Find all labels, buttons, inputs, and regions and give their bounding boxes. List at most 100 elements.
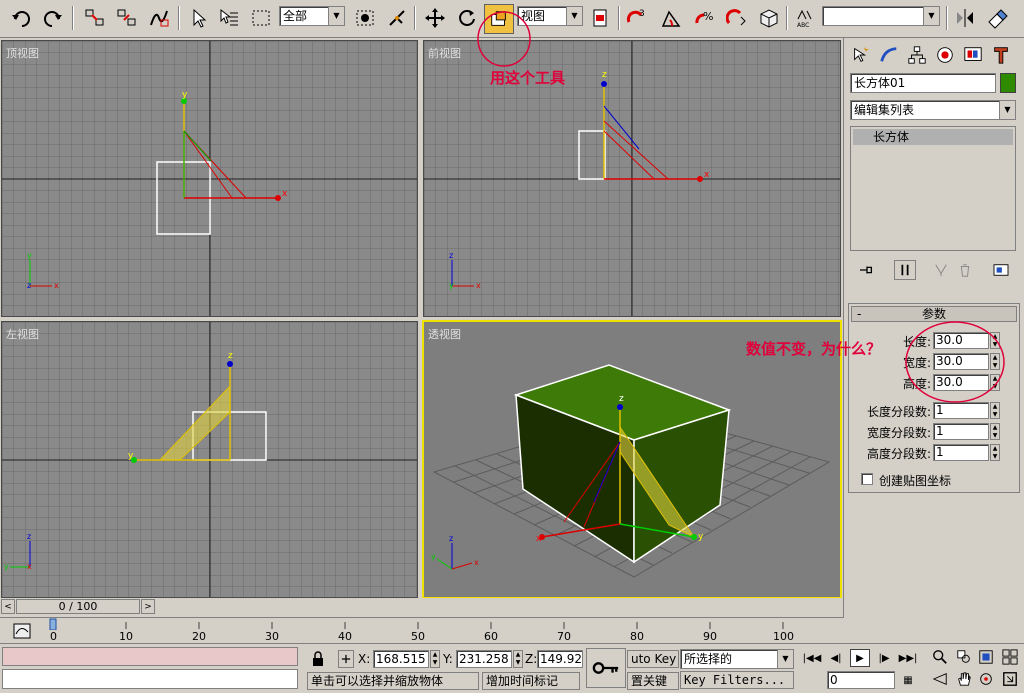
maxscript-listener-field[interactable] xyxy=(2,647,298,666)
curve-editor-icon[interactable] xyxy=(12,622,32,640)
zoom-extents-all-icon[interactable] xyxy=(1000,648,1020,666)
previous-frame-icon[interactable]: ◀| xyxy=(826,649,846,667)
x-coord-input[interactable]: 168.515 xyxy=(373,650,429,668)
key-mode-combo[interactable]: 所选择的 ▼ xyxy=(680,649,794,669)
edit-named-selection-icon[interactable] xyxy=(756,5,782,31)
play-icon[interactable]: ▶ xyxy=(850,649,870,667)
bind-spacewarp-icon[interactable] xyxy=(146,5,172,31)
angle-snap-icon[interactable] xyxy=(658,5,684,31)
set-key-big-button[interactable] xyxy=(586,648,626,688)
auto-key-button[interactable]: uto Key xyxy=(627,650,679,668)
viewport-left[interactable]: z y z y x 左视图 xyxy=(1,321,418,598)
stack-item[interactable]: 长方体 xyxy=(853,129,1013,145)
current-frame-input[interactable]: 0 xyxy=(827,671,895,689)
param-input[interactable]: 1 xyxy=(933,444,989,461)
rotate-icon[interactable] xyxy=(454,5,480,31)
align-eraser-icon[interactable] xyxy=(984,5,1010,31)
spinner-icon[interactable]: ▲ ▼ xyxy=(990,402,1000,419)
rect-region-icon[interactable] xyxy=(248,5,274,31)
lock-icon[interactable] xyxy=(310,650,326,668)
maxscript-input-field[interactable] xyxy=(2,669,298,689)
object-color-swatch[interactable] xyxy=(1000,73,1016,93)
remove-modifier-icon[interactable] xyxy=(954,260,976,280)
trackbar[interactable]: 0 10 20 30 40 50 60 70 80 90 100 xyxy=(0,617,843,643)
link-icon[interactable] xyxy=(82,5,108,31)
scale-tool-button[interactable] xyxy=(484,4,514,34)
go-to-end-icon[interactable]: ▶▶| xyxy=(898,649,918,667)
spelling-abc-icon[interactable]: ABC xyxy=(792,5,818,31)
pin-stack-icon[interactable] xyxy=(856,260,878,280)
pivot-center-icon[interactable] xyxy=(588,5,614,31)
window-crossing-icon[interactable] xyxy=(352,5,378,31)
rollout-header[interactable]: - 参数 xyxy=(851,306,1017,322)
spinner-icon[interactable]: ▲ ▼ xyxy=(990,332,1000,349)
param-input[interactable]: 1 xyxy=(933,423,989,440)
chevron-down-icon: ▼ xyxy=(999,101,1015,119)
reference-coord-combo[interactable]: 视图 ▼ xyxy=(517,6,583,26)
set-key-button[interactable]: 置关键 xyxy=(627,672,679,690)
spinner-icon[interactable]: ▲ ▼ xyxy=(513,650,523,668)
select-move-hand-icon[interactable] xyxy=(384,5,410,31)
percent-snap-icon[interactable]: % xyxy=(692,5,718,31)
named-selection-combo[interactable]: ▼ xyxy=(822,6,940,26)
selection-filter-combo[interactable]: 全部 ▼ xyxy=(279,6,345,26)
tick-label: 30 xyxy=(265,630,279,643)
param-input[interactable]: 30.0 xyxy=(933,374,989,391)
viewport-perspective[interactable]: z x y z x y 透视图 xyxy=(422,320,842,599)
make-unique-icon[interactable] xyxy=(930,260,952,280)
viewport-front[interactable]: z x z x y 前视图 xyxy=(423,40,841,317)
motion-tab-icon[interactable] xyxy=(932,42,958,68)
move-icon[interactable] xyxy=(422,5,448,31)
spinner-icon[interactable]: ▲ ▼ xyxy=(990,374,1000,391)
snap-3d-icon[interactable]: 3 xyxy=(624,5,650,31)
viewport-label[interactable]: 顶视图 xyxy=(6,45,39,61)
viewport-label[interactable]: 左视图 xyxy=(6,326,39,342)
configure-sets-icon[interactable] xyxy=(990,260,1012,280)
create-tab-icon[interactable] xyxy=(848,42,874,68)
arc-rotate-icon[interactable] xyxy=(976,670,996,688)
redo-icon[interactable] xyxy=(40,5,66,31)
param-input[interactable]: 30.0 xyxy=(933,353,989,370)
next-frame-arrow-icon[interactable]: > xyxy=(141,599,155,614)
mirror-icon[interactable] xyxy=(952,5,978,31)
viewport-label[interactable]: 前视图 xyxy=(428,45,461,61)
zoom-all-icon[interactable] xyxy=(954,648,974,666)
go-to-start-icon[interactable]: |◀◀ xyxy=(802,649,822,667)
select-by-name-icon[interactable] xyxy=(216,5,242,31)
param-input[interactable]: 30.0 xyxy=(933,332,989,349)
pan-hand-icon[interactable] xyxy=(954,670,974,688)
prev-frame-arrow-icon[interactable]: < xyxy=(1,599,15,614)
select-icon[interactable] xyxy=(186,5,212,31)
utilities-tab-icon[interactable] xyxy=(988,42,1014,68)
spinner-icon[interactable]: ▲ ▼ xyxy=(990,353,1000,370)
viewport-top[interactable]: y x y x z 顶视图 xyxy=(1,40,418,317)
zoom-extents-icon[interactable] xyxy=(976,648,996,666)
unlink-icon[interactable] xyxy=(114,5,140,31)
gen-map-coords-checkbox[interactable] xyxy=(861,473,873,485)
maximize-viewport-icon[interactable] xyxy=(1000,670,1020,688)
key-filters-button[interactable]: Key Filters... xyxy=(680,671,794,689)
z-coord-input[interactable]: 149.92 xyxy=(537,650,583,668)
modifier-list-combo[interactable]: 编辑集列表 ▼ xyxy=(850,100,1016,120)
absolute-mode-icon[interactable] xyxy=(338,650,354,668)
hierarchy-tab-icon[interactable] xyxy=(904,42,930,68)
modify-tab-icon[interactable] xyxy=(876,42,902,68)
spinner-icon[interactable]: ▲ ▼ xyxy=(990,423,1000,440)
add-time-tag-button[interactable]: 增加时间标记 xyxy=(482,672,580,690)
show-end-result-icon[interactable] xyxy=(894,260,916,280)
zoom-icon[interactable] xyxy=(930,648,950,666)
param-input[interactable]: 1 xyxy=(933,402,989,419)
spinner-snap-icon[interactable] xyxy=(724,5,750,31)
modifier-stack[interactable]: 长方体 xyxy=(850,126,1016,251)
undo-icon[interactable] xyxy=(8,5,34,31)
fov-icon[interactable] xyxy=(930,670,950,688)
spinner-icon[interactable]: ▲ ▼ xyxy=(430,650,440,668)
time-config-icon[interactable]: ▦ xyxy=(898,671,918,689)
next-frame-icon[interactable]: |▶ xyxy=(874,649,894,667)
spinner-icon[interactable]: ▲ ▼ xyxy=(990,444,1000,461)
time-slider-thumb[interactable]: 0 / 100 xyxy=(16,599,140,614)
object-name-input[interactable]: 长方体01 xyxy=(850,73,996,93)
display-tab-icon[interactable] xyxy=(960,42,986,68)
viewport-label[interactable]: 透视图 xyxy=(428,326,461,342)
y-coord-input[interactable]: 231.258 xyxy=(456,650,512,668)
